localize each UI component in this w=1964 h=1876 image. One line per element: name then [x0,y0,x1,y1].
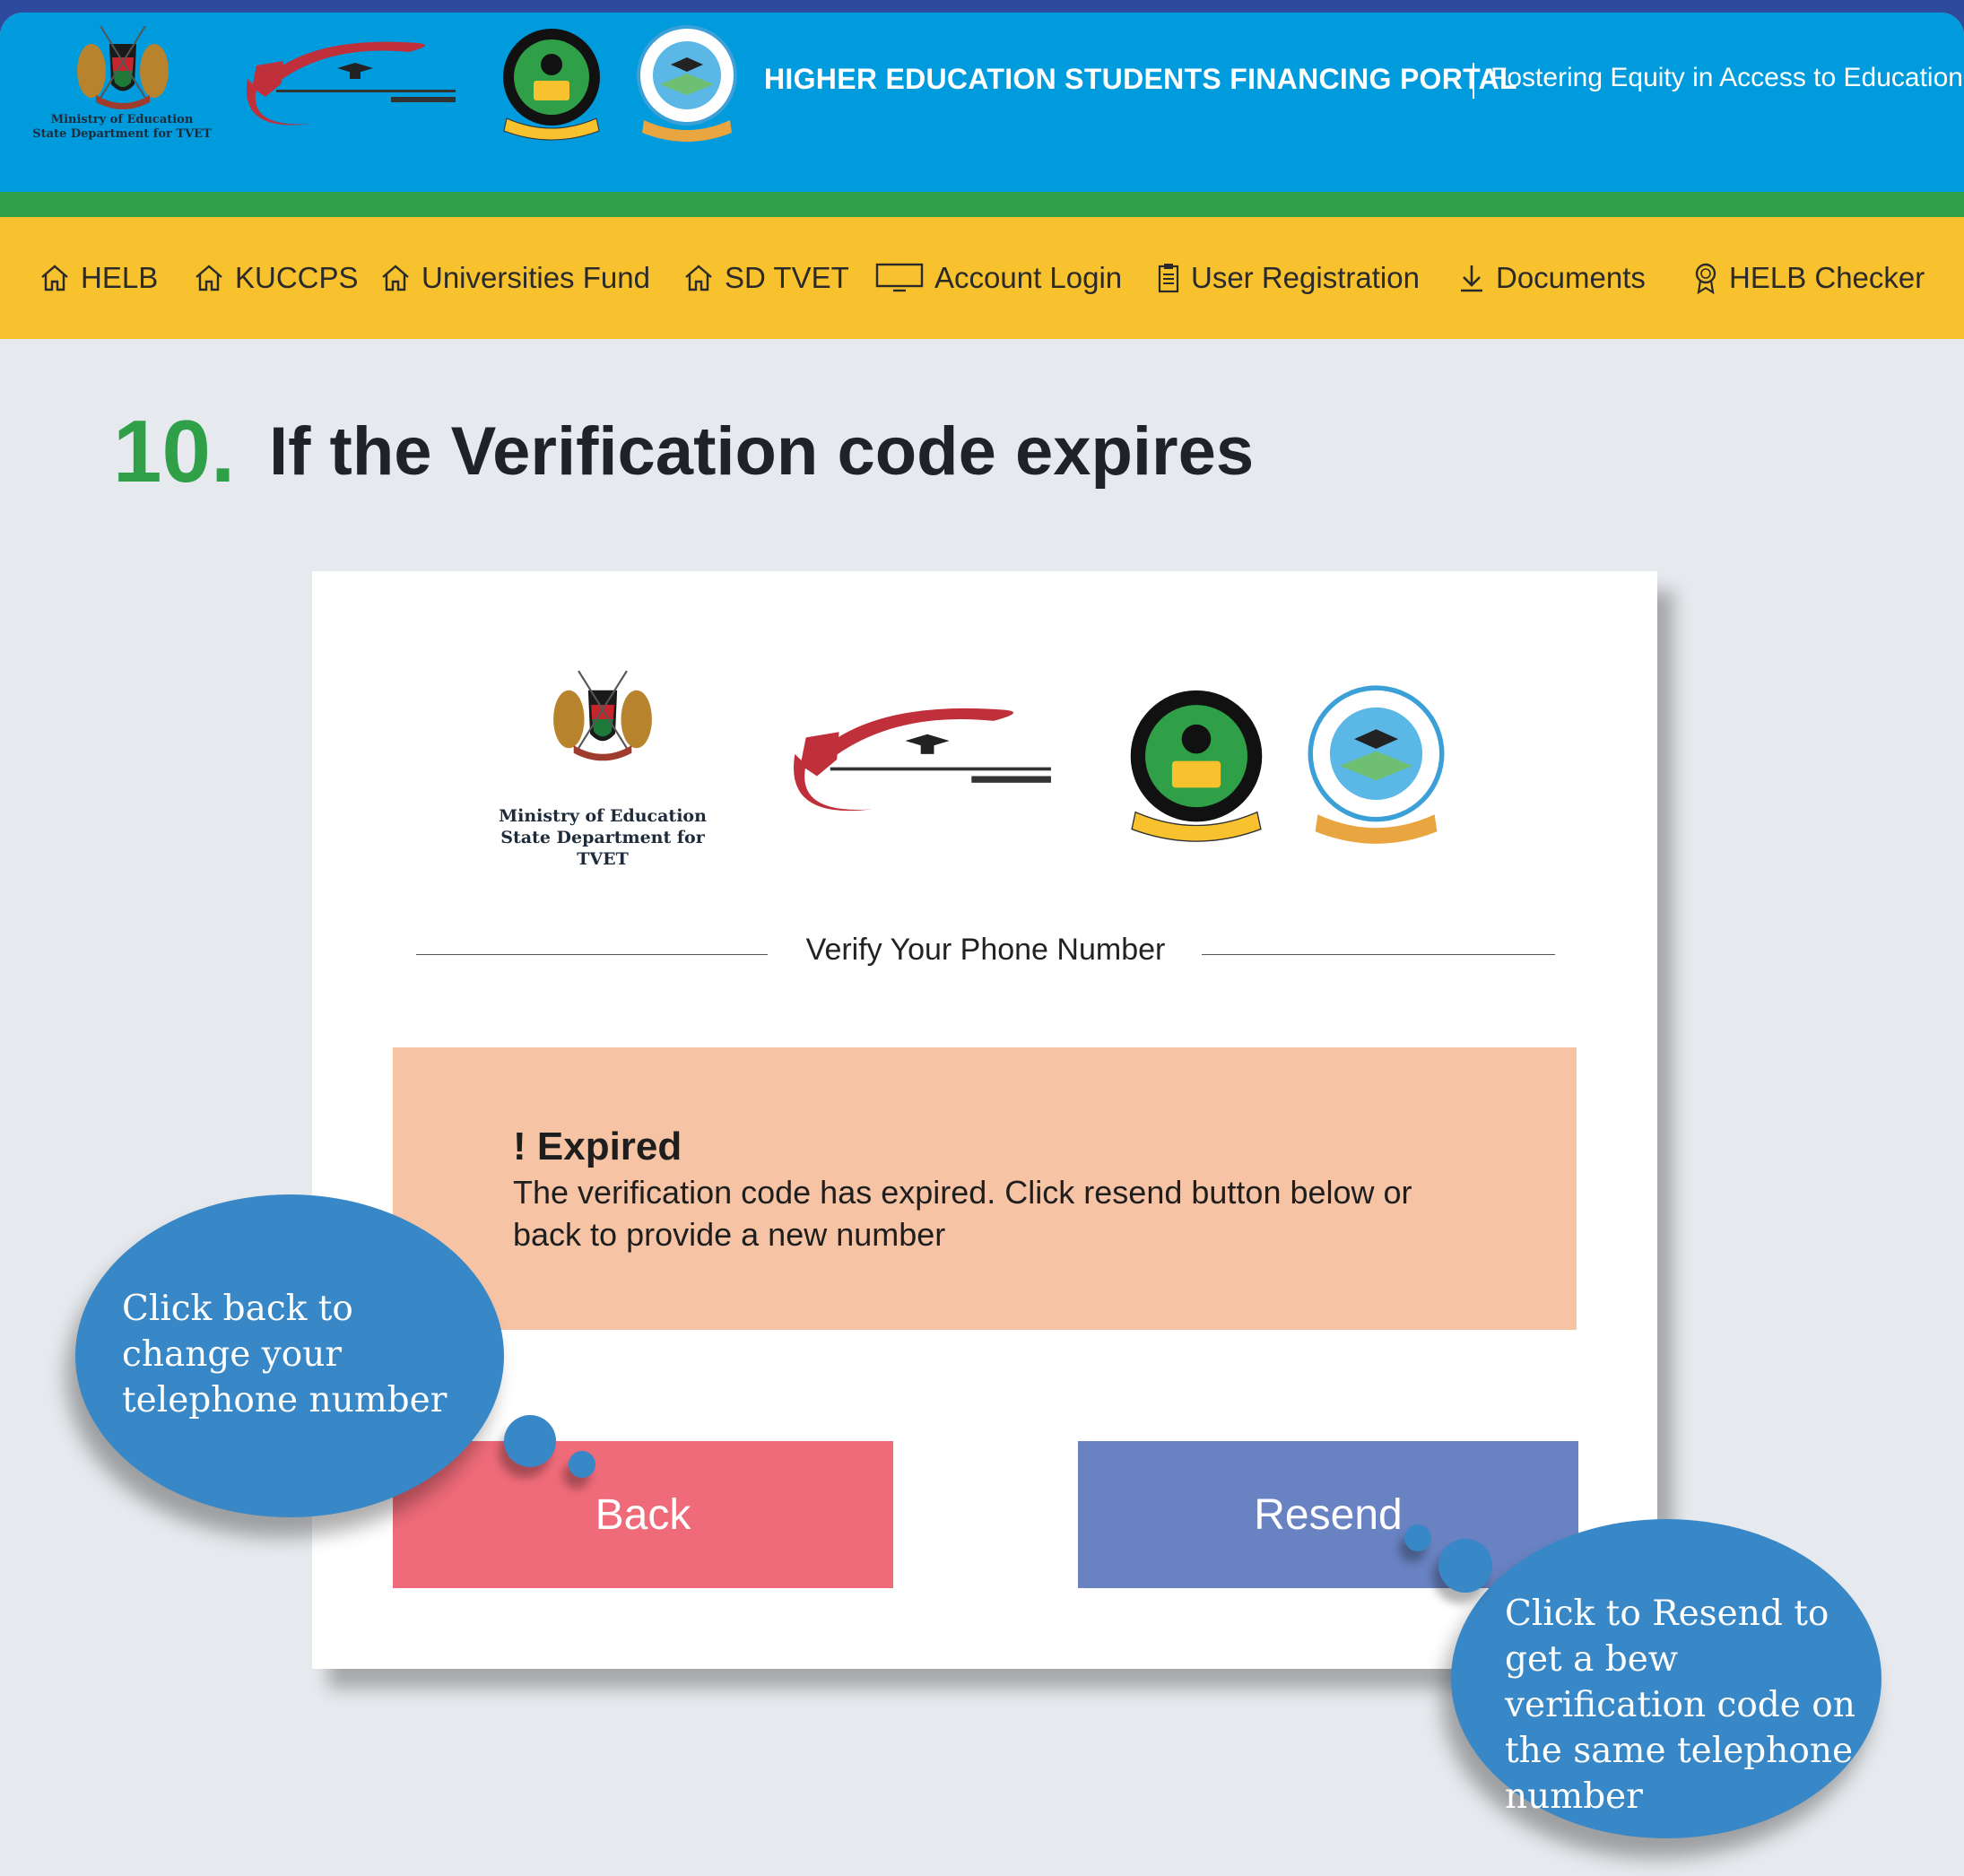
kenya-coat-of-arms-logo [540,661,665,781]
step-title: If the Verification code expires [269,413,1255,490]
ministry-name: Ministry of Education [499,806,707,826]
nav-label: User Registration [1191,261,1420,294]
nav-item-account-login[interactable]: Account Login [875,217,1122,339]
tutorial-frame: Ministry of Education State Department f… [0,13,1964,1876]
ministry-department: State Department for TVET [500,827,705,869]
main-nav: HELB KUCCPS Universities Fund SD TVET Ac… [0,217,1964,339]
expired-alert: ! Expired The verification code has expi… [393,1047,1577,1330]
nav-item-documents[interactable]: Documents [1458,217,1646,339]
back-button[interactable]: Back [393,1441,893,1588]
portal-header: Ministry of Education State Department f… [0,13,1964,192]
kuccps-logo [230,25,465,142]
alert-message: The verification code has expired. Click… [513,1174,1412,1253]
nav-label: SD TVET [725,261,849,294]
alert-title: ! Expired [513,1125,682,1168]
nav-label: Documents [1496,261,1646,294]
section-header: Verify Your Phone Number [416,925,1555,970]
monitor-icon [875,263,924,293]
nav-item-helb-checker[interactable]: HELB Checker [1693,217,1925,339]
nav-label: HELB [81,261,159,294]
step-number: 10. [113,402,236,500]
badge-icon [1693,262,1718,294]
nav-label: Universities Fund [421,261,650,294]
nav-label: KUCCPS [235,261,359,294]
kenya-coat-of-arms-logo [65,22,181,120]
nav-item-kuccps[interactable]: KUCCPS [194,217,359,339]
callout-dot [569,1451,595,1478]
home-icon [380,264,411,292]
header-stripe [0,192,1964,217]
resend-button[interactable]: Resend [1078,1441,1578,1588]
portal-title: HIGHER EDUCATION STUDENTS FINANCING PORT… [764,63,1517,95]
title-divider [1473,63,1474,99]
universities-fund-logo [1302,681,1450,855]
callout-dot [504,1415,556,1467]
portal-tagline: Fostering Equity in Access to Education [1490,63,1963,92]
home-icon [39,264,70,292]
verify-phone-card: Ministry of Education State Department f… [312,571,1657,1669]
callout-dot [1438,1539,1492,1593]
section-title: Verify Your Phone Number [805,933,1166,967]
nav-label: Account Login [934,261,1123,294]
ministry-name: Ministry of Education [50,113,194,126]
helb-logo [493,22,610,147]
kuccps-logo [760,688,1074,835]
nav-item-helb[interactable]: HELB [39,217,158,339]
download-icon [1458,263,1485,293]
divider-right [1202,954,1555,955]
callout-dot [1404,1524,1431,1551]
universities-fund-logo [633,22,741,147]
home-icon [683,264,714,292]
ministry-department: State Department for TVET [32,127,212,142]
nav-item-sd-tvet[interactable]: SD TVET [683,217,849,339]
card-logo-row: Ministry of Education State Department f… [312,571,1657,869]
resend-callout-text: Click to Resend to get a bew verificatio… [1505,1594,1855,1817]
nav-item-user-registration[interactable]: User Registration [1157,217,1420,339]
nav-item-universities-fund[interactable]: Universities Fund [380,217,650,339]
back-callout-text: Click back to change your telephone numb… [122,1289,448,1420]
clipboard-icon [1157,262,1180,294]
nav-label: HELB Checker [1729,261,1925,294]
helb-logo [1116,681,1277,855]
home-icon [194,264,224,292]
